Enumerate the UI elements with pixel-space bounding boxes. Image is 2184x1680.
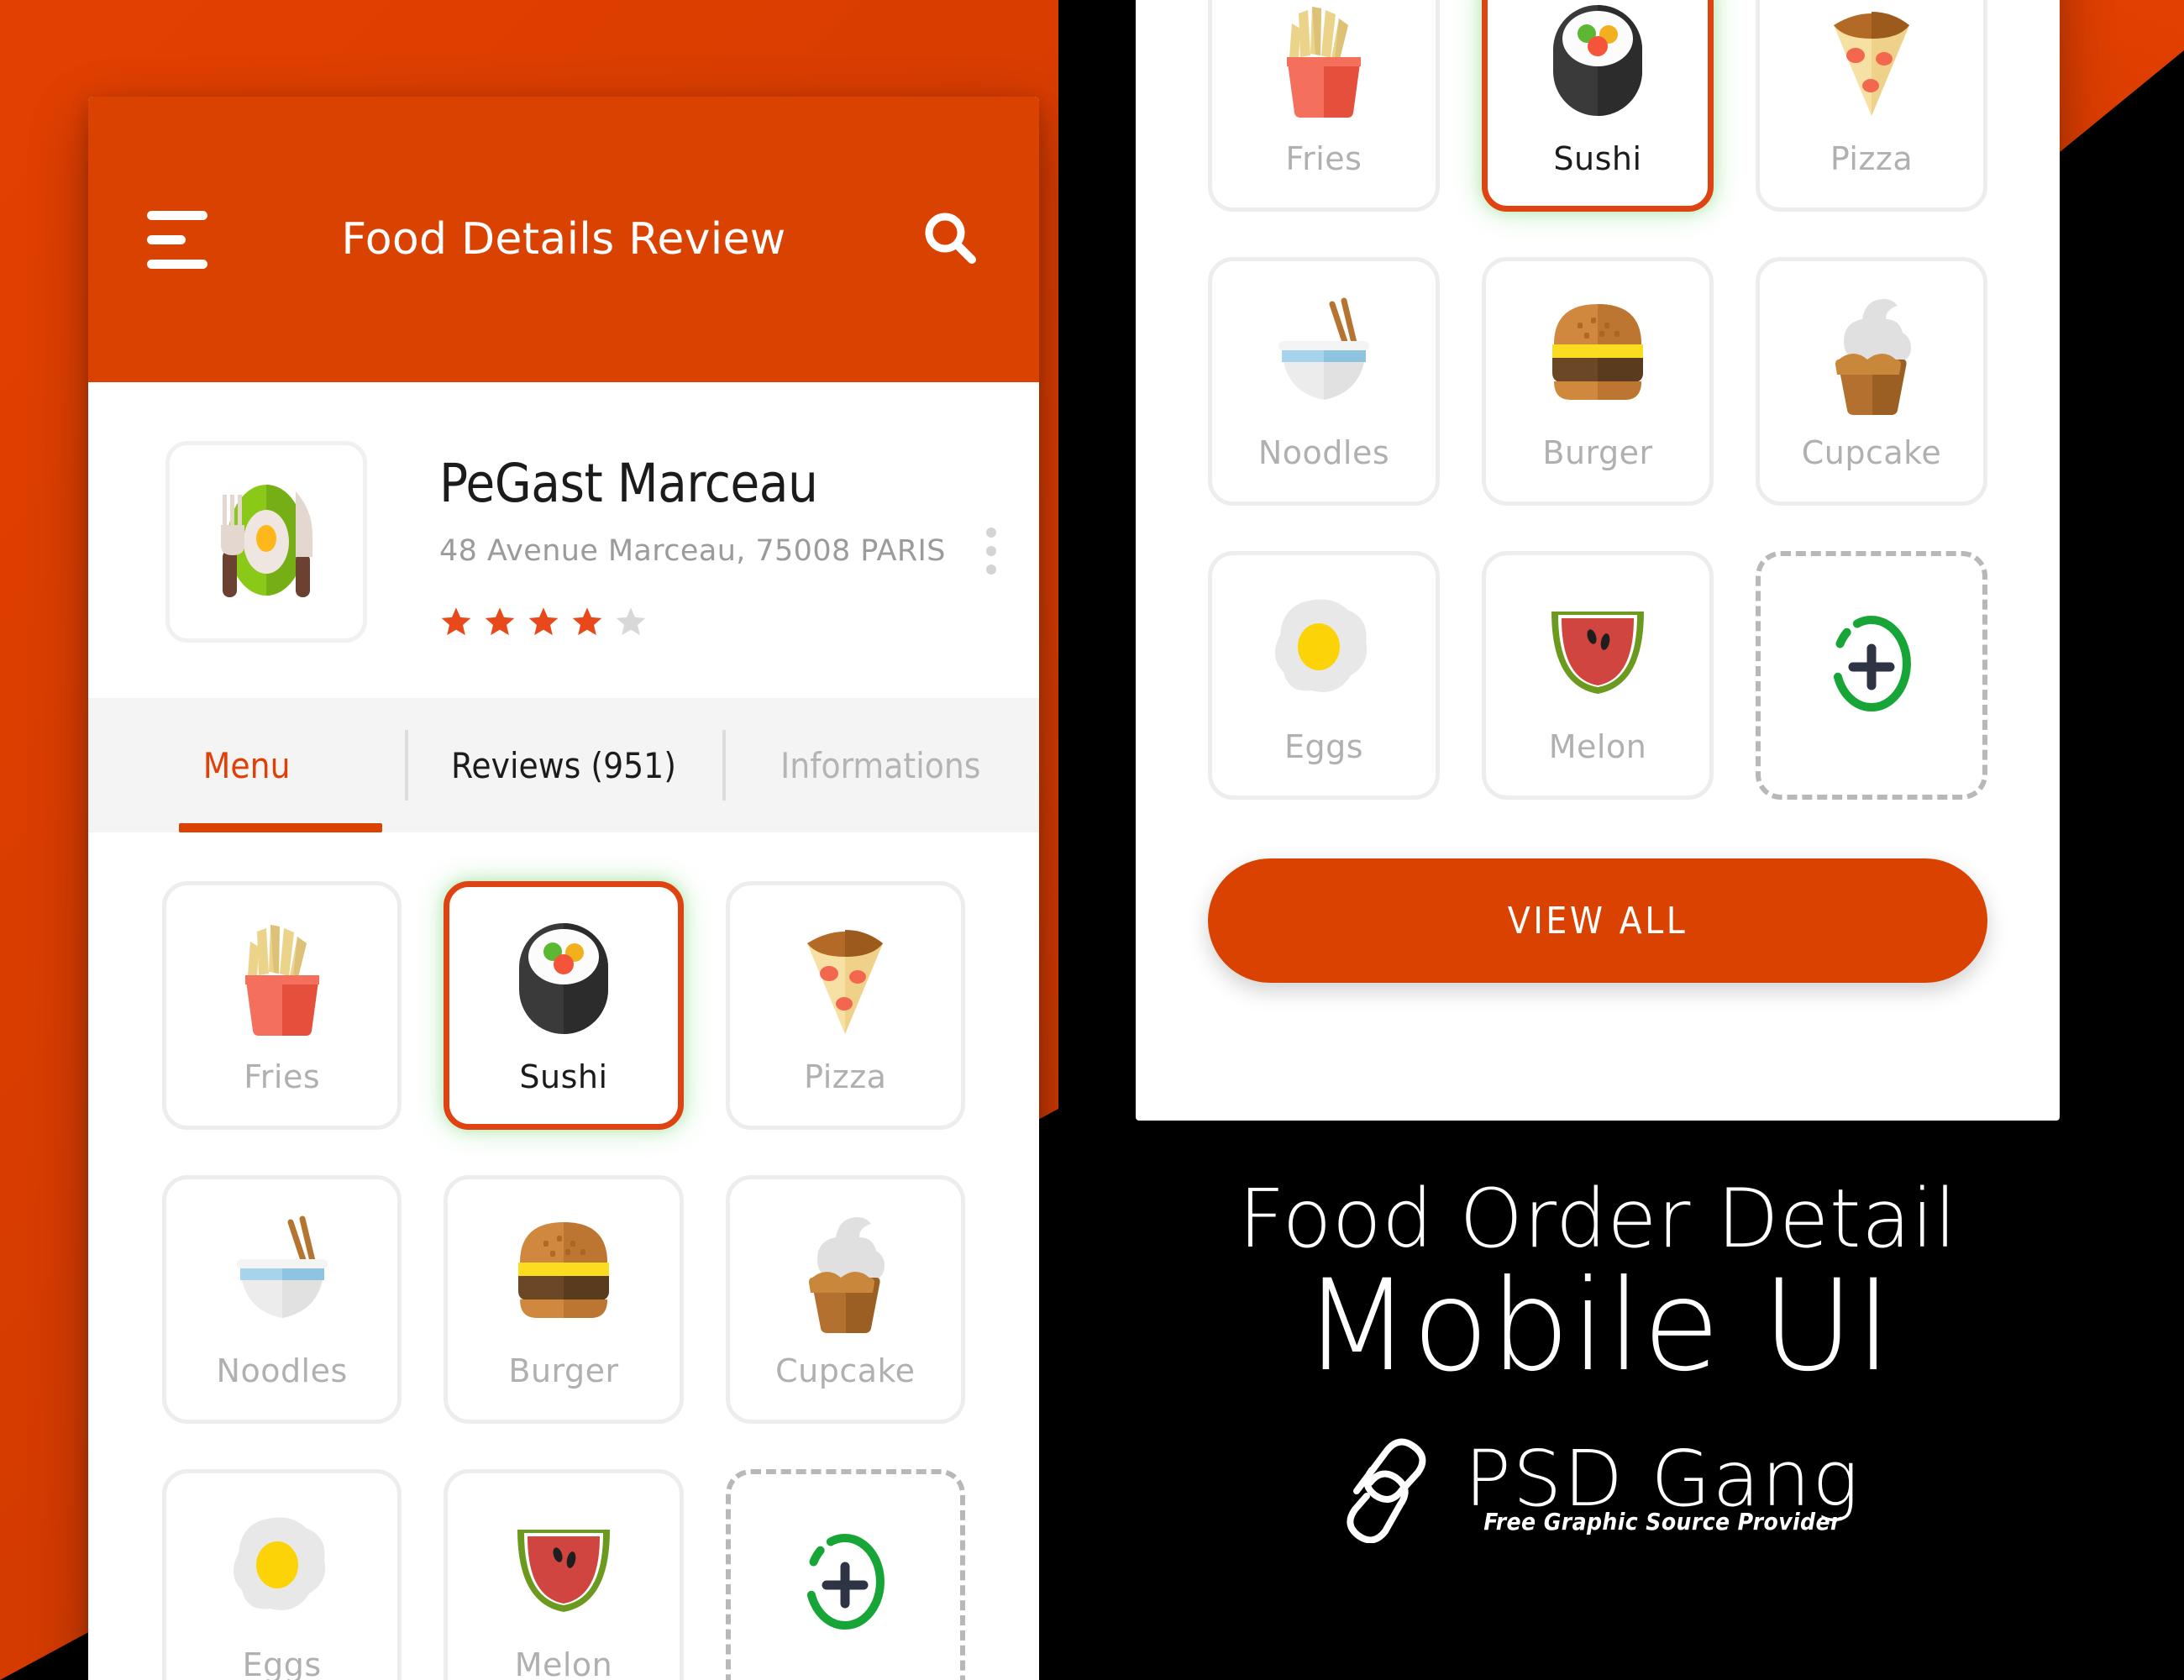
page-title: Food Details Review: [341, 214, 786, 265]
psd-gang-name: PSD Gang: [1464, 1433, 1861, 1524]
menu-card-label: Noodles: [216, 1352, 348, 1389]
panel-card-fries[interactable]: Fries: [1208, 0, 1440, 212]
menu-card-label: Sushi: [519, 1058, 608, 1095]
panel-card-melon[interactable]: Melon: [1482, 551, 1714, 800]
panel-card-sushi[interactable]: Sushi: [1482, 0, 1714, 212]
psd-gang-tagline: Free Graphic Source Provider: [1483, 1507, 1841, 1536]
menu-card-label: Fries: [244, 1058, 321, 1095]
sushi-icon: [511, 916, 617, 1042]
menu-card-fries[interactable]: Fries: [162, 881, 402, 1130]
menu-card-label: Cupcake: [775, 1352, 916, 1389]
app-bar: Food Details Review: [88, 97, 1039, 382]
watermelon-icon: [509, 1504, 618, 1630]
menu-card-melon[interactable]: Melon: [444, 1469, 684, 1680]
tab-reviews[interactable]: Reviews (951): [405, 698, 722, 832]
active-tab-indicator: [179, 823, 382, 832]
panel-card-label: Eggs: [1284, 728, 1364, 765]
add-plus-icon: [793, 1522, 897, 1648]
panel-card-noodles[interactable]: Noodles: [1208, 257, 1440, 506]
noodles-icon: [225, 1210, 339, 1336]
star-icon-filled: [485, 607, 515, 636]
star-icon-filled: [528, 607, 559, 636]
panel-card-burger[interactable]: Burger: [1482, 257, 1714, 506]
menu-card-burger[interactable]: Burger: [444, 1175, 684, 1424]
panel-card-label: Melon: [1548, 728, 1647, 765]
tab-bar: Menu Reviews (951) Informations: [88, 698, 1039, 832]
tab-informations[interactable]: Informations: [722, 698, 1039, 832]
rating-stars[interactable]: [439, 605, 1039, 638]
phone-mockup: Food Details Review PeGast Marceau 48 Av…: [88, 97, 1039, 1680]
star-icon-filled: [441, 607, 471, 636]
star-icon-empty: [616, 607, 646, 636]
sushi-icon: [1545, 0, 1651, 123]
plate-fork-knife-egg-icon: [196, 470, 337, 615]
noodles-icon: [1267, 291, 1381, 417]
menu-card-add[interactable]: [725, 1469, 965, 1680]
panel-card-pizza[interactable]: Pizza: [1756, 0, 1987, 212]
cupcake-icon: [790, 1210, 900, 1336]
branding-block: Food Order Detail Mobile UI PSD Gang Fre…: [1136, 1172, 2060, 1547]
psd-gang-logo: PSD Gang Free Graphic Source Provider: [1136, 1429, 2060, 1547]
panel-menu-grid: Fries Sushi Pizza Noodles Burger Cupcake…: [1136, 0, 2060, 800]
psd-gang-wordmark: PSD Gang Free Graphic Source Provider: [1464, 1433, 1861, 1536]
star-icon-filled: [572, 607, 602, 636]
panel-card-cupcake[interactable]: Cupcake: [1756, 257, 1987, 506]
watermelon-icon: [1543, 585, 1652, 711]
add-plus-icon: [1819, 604, 1924, 730]
burger-icon: [505, 1210, 622, 1336]
restaurant-logo: [165, 441, 367, 643]
restaurant-info: PeGast Marceau 48 Avenue Marceau, 75008 …: [88, 382, 1039, 643]
menu-card-label: Melon: [514, 1646, 613, 1680]
menu-card-label: Pizza: [804, 1058, 887, 1095]
panel-card-label: Pizza: [1830, 140, 1914, 177]
kebab-menu-icon[interactable]: [985, 528, 996, 575]
fries-icon: [1270, 0, 1378, 123]
fried-egg-icon: [1267, 585, 1381, 711]
screenshot-canvas: Food Details Review PeGast Marceau 48 Av…: [0, 0, 2184, 1680]
panel-card-label: Burger: [1542, 434, 1653, 471]
menu-card-label: Eggs: [242, 1646, 322, 1680]
menu-card-pizza[interactable]: Pizza: [725, 881, 965, 1130]
restaurant-address: 48 Avenue Marceau, 75008 PARIS: [439, 534, 946, 568]
phone-menu-grid: Fries Sushi Pizza Noodles Burger Cupcake…: [88, 832, 1039, 1680]
burger-icon: [1539, 291, 1656, 417]
tab-menu[interactable]: Menu: [88, 698, 405, 832]
cupcake-icon: [1817, 291, 1926, 417]
menu-card-cupcake[interactable]: Cupcake: [725, 1175, 965, 1424]
panel-card-label: Sushi: [1553, 140, 1642, 177]
menu-card-label: Burger: [508, 1352, 619, 1389]
restaurant-meta: PeGast Marceau 48 Avenue Marceau, 75008 …: [439, 441, 1039, 638]
fries-icon: [228, 916, 336, 1042]
panel-card-label: Cupcake: [1801, 434, 1942, 471]
menu-card-noodles[interactable]: Noodles: [162, 1175, 402, 1424]
panel-card-eggs[interactable]: Eggs: [1208, 551, 1440, 800]
view-all-button[interactable]: VIEW ALL: [1208, 858, 1987, 983]
pizza-icon: [1819, 0, 1924, 123]
branding-line-1: Food Order Detail: [1238, 1172, 1957, 1266]
restaurant-address-row: 48 Avenue Marceau, 75008 PARIS: [439, 528, 1039, 575]
restaurant-name: PeGast Marceau: [439, 453, 818, 514]
menu-card-eggs[interactable]: Eggs: [162, 1469, 402, 1680]
panel-card-add[interactable]: [1756, 551, 1987, 800]
fried-egg-icon: [225, 1504, 339, 1630]
pizza-icon: [792, 916, 898, 1042]
menu-card-sushi[interactable]: Sushi: [444, 881, 684, 1130]
panel-card-label: Fries: [1285, 140, 1362, 177]
search-icon[interactable]: [920, 207, 980, 272]
hamburger-icon[interactable]: [147, 210, 207, 269]
branding-line-2: Mobile UI: [1302, 1253, 1893, 1399]
detail-panel: Fries Sushi Pizza Noodles Burger Cupcake…: [1136, 0, 2060, 1121]
chain-link-icon: [1335, 1429, 1442, 1547]
panel-card-label: Noodles: [1257, 434, 1390, 471]
